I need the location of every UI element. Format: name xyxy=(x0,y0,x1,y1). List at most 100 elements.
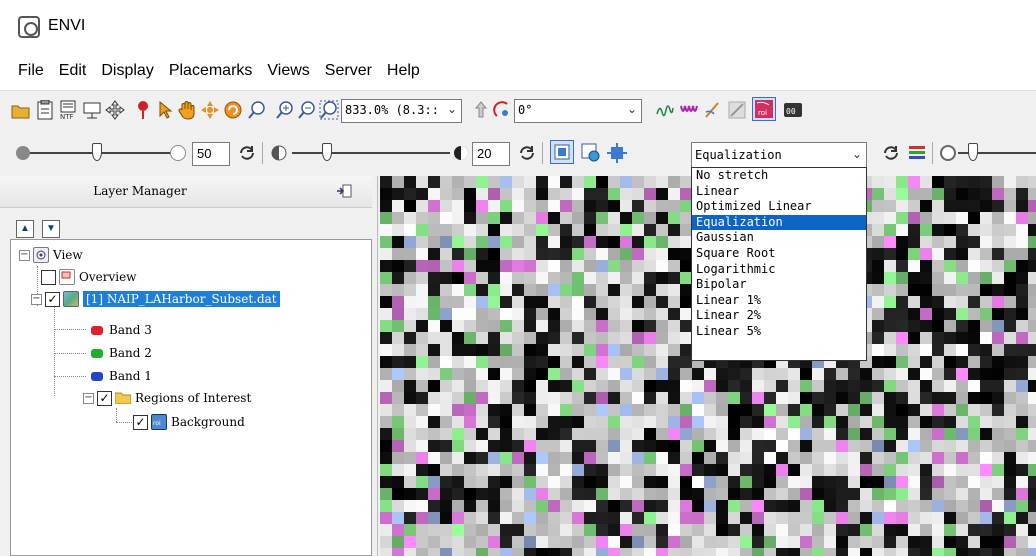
raster-pixel xyxy=(944,464,956,476)
spectral-profile-icon[interactable] xyxy=(654,99,676,121)
stretch-option[interactable]: Linear xyxy=(692,184,866,200)
contrast-slider-thumb[interactable] xyxy=(322,143,332,161)
raster-pixel xyxy=(968,476,980,488)
stretch-option[interactable]: Bipolar xyxy=(692,277,866,293)
tree-node-raster-layer[interactable]: − ✓ [1] NAIP_LAHarbor_Subset.dat xyxy=(31,288,280,310)
menu-views[interactable]: Views xyxy=(267,62,318,80)
menu-placemarks[interactable]: Placemarks xyxy=(169,62,262,80)
stretch-option[interactable]: No stretch xyxy=(692,168,866,184)
preview-icon[interactable] xyxy=(606,142,628,164)
raster-pixel xyxy=(788,500,800,512)
raster-pixel xyxy=(560,440,572,452)
raster-pixel xyxy=(392,392,404,404)
menu-server[interactable]: Server xyxy=(325,62,381,80)
raster-pixel xyxy=(704,368,716,380)
open-folder-icon[interactable] xyxy=(10,99,32,121)
collapse-toggle[interactable]: − xyxy=(19,249,30,261)
menu-display[interactable]: Display xyxy=(101,62,162,80)
roi-tool-icon[interactable]: roi xyxy=(752,97,776,121)
tree-node-roi-folder[interactable]: − ✓ Regions of Interest xyxy=(83,387,251,409)
raster-pixel xyxy=(464,308,476,320)
tree-node-band-3[interactable]: Band 3 xyxy=(91,319,152,341)
raster-pixel xyxy=(584,416,596,428)
annotation-icon[interactable] xyxy=(726,99,748,121)
stretch-option[interactable]: Optimized Linear xyxy=(692,199,866,215)
collapse-toggle[interactable]: − xyxy=(83,392,94,404)
stretch-option[interactable]: Logarithmic xyxy=(692,262,866,278)
raster-pixel xyxy=(896,272,908,284)
stretch-option[interactable]: Linear 1% xyxy=(692,293,866,309)
raster-pixel xyxy=(1016,272,1028,284)
expand-all-icon[interactable]: ▼ xyxy=(42,220,60,238)
menu-edit[interactable]: Edit xyxy=(59,62,96,80)
tree-node-background-roi[interactable]: ✓ roi Background xyxy=(133,411,245,433)
tree-node-view[interactable]: − View xyxy=(19,244,83,266)
rotate-icon[interactable] xyxy=(222,99,244,121)
band-profile-icon[interactable] xyxy=(678,99,700,121)
raster-pixel xyxy=(440,212,452,224)
stretch-view-icon[interactable] xyxy=(550,140,574,164)
zoom-full-icon[interactable] xyxy=(318,99,340,121)
counter-icon[interactable]: 00 xyxy=(782,99,804,121)
zoom-combo[interactable]: 833.0% (8.3:: ⌄ xyxy=(341,99,462,123)
layer-checkbox[interactable]: ✓ xyxy=(45,291,60,307)
stretch-option[interactable]: Square Root xyxy=(692,246,866,262)
pan-arrows-icon[interactable] xyxy=(104,99,126,121)
raster-pixel xyxy=(920,380,932,392)
raster-pixel xyxy=(1004,512,1016,524)
stretch-type-combo[interactable]: Equalization ⌄ xyxy=(691,142,867,168)
contrast-slider-track[interactable] xyxy=(292,152,450,154)
tree-node-band-1[interactable]: Band 1 xyxy=(91,365,152,387)
raster-pixel xyxy=(968,488,980,500)
raster-pixel xyxy=(956,284,968,296)
rotation-combo[interactable]: 0° ⌄ xyxy=(514,99,642,123)
raster-pixel xyxy=(872,356,884,368)
placemark-pin-icon[interactable] xyxy=(132,99,154,121)
raster-pixel xyxy=(632,380,644,392)
menu-help[interactable]: Help xyxy=(387,62,429,80)
raster-pixel xyxy=(872,200,884,212)
raster-pixel xyxy=(680,380,692,392)
nitf-icon[interactable]: NTF xyxy=(57,99,79,121)
reset-brightness-icon[interactable] xyxy=(236,142,258,164)
stretch-option[interactable]: Linear 2% xyxy=(692,308,866,324)
stretch-option[interactable]: Linear 5% xyxy=(692,324,866,340)
background-roi-checkbox[interactable]: ✓ xyxy=(133,414,148,430)
raster-pixel xyxy=(920,476,932,488)
raster-pixel xyxy=(980,272,992,284)
raster-pixel xyxy=(656,440,668,452)
zoom-out-icon[interactable] xyxy=(296,99,318,121)
stretch-full-icon[interactable] xyxy=(580,142,602,164)
stretch-option-selected[interactable]: Equalization xyxy=(692,214,866,231)
histogram-icon[interactable] xyxy=(906,142,928,164)
profile-pen-icon[interactable] xyxy=(702,99,724,121)
tree-node-band-2[interactable]: Band 2 xyxy=(91,342,152,364)
raster-pixel xyxy=(752,512,764,524)
collapse-toggle[interactable]: − xyxy=(31,293,42,305)
collapse-all-icon[interactable]: ▲ xyxy=(16,220,34,238)
menu-file[interactable]: File xyxy=(18,62,53,80)
contrast-field[interactable]: 20 xyxy=(472,142,510,166)
stretch-option[interactable]: Gaussian xyxy=(692,230,866,246)
pin-panel-icon[interactable] xyxy=(336,184,354,200)
display-icon[interactable] xyxy=(81,99,103,121)
rotate-arbitrary-icon[interactable] xyxy=(492,99,514,121)
raster-pixel xyxy=(572,320,584,332)
hand-pan-icon[interactable] xyxy=(176,99,198,121)
rotate-north-icon[interactable] xyxy=(470,99,492,121)
zoom-in-icon[interactable] xyxy=(274,99,296,121)
brightness-slider-thumb[interactable] xyxy=(92,143,102,161)
tree-node-overview[interactable]: Overview xyxy=(41,266,136,288)
roi-folder-checkbox[interactable]: ✓ xyxy=(97,390,112,406)
zoom-icon[interactable] xyxy=(246,99,268,121)
reset-contrast-icon[interactable] xyxy=(516,142,538,164)
sharpen-slider-thumb[interactable] xyxy=(968,143,978,161)
reset-stretch-icon[interactable] xyxy=(880,142,902,164)
raster-pixel xyxy=(500,380,512,392)
data-manager-icon[interactable] xyxy=(34,99,56,121)
fly-icon[interactable] xyxy=(199,99,221,121)
brightness-field[interactable]: 50 xyxy=(192,142,230,166)
overview-checkbox[interactable] xyxy=(41,269,56,285)
select-cursor-icon[interactable] xyxy=(154,99,176,121)
raster-pixel xyxy=(896,548,908,556)
